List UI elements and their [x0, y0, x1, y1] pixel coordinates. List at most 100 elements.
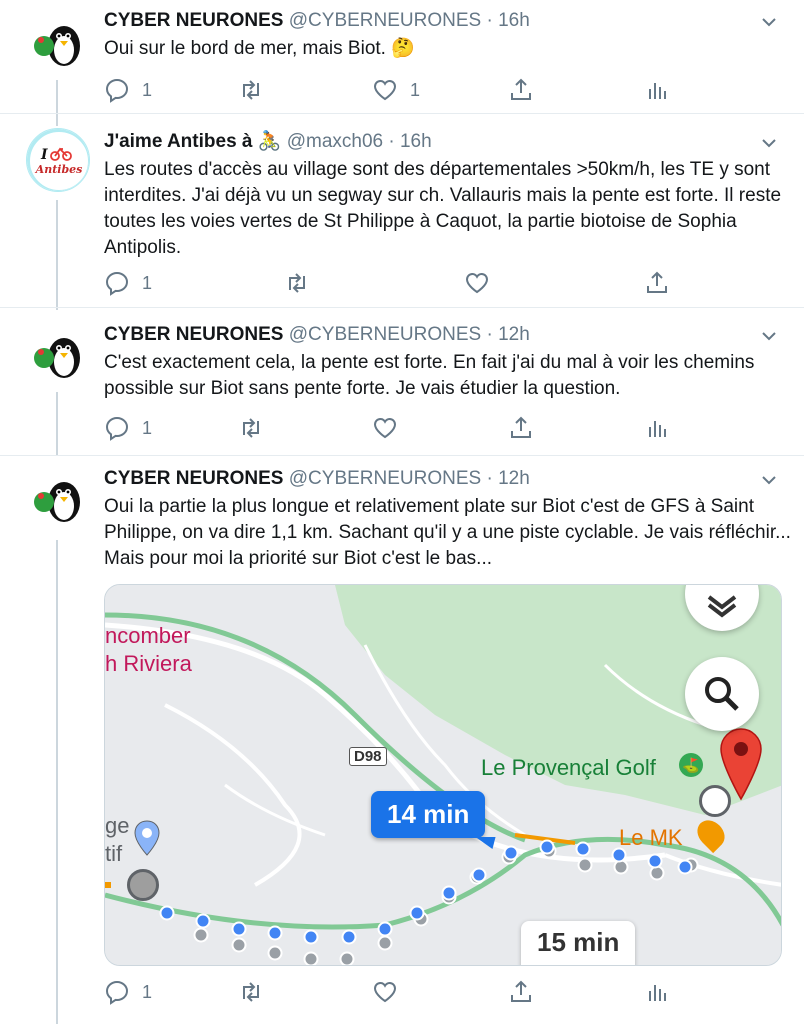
timestamp[interactable]: 16h — [498, 10, 530, 31]
chevron-down-icon[interactable] — [760, 13, 778, 31]
route-dot — [441, 885, 457, 901]
tweet-text: Oui la partie la plus longue et relative… — [104, 496, 791, 569]
reply-button[interactable]: 1 — [104, 269, 152, 297]
reply-count: 1 — [142, 79, 153, 100]
tweet-text: C'est exactement cela, la pente est fort… — [104, 352, 755, 399]
analytics-icon — [649, 421, 666, 437]
reply-count: 1 — [142, 981, 153, 1002]
tweet-actions: 1 — [104, 269, 684, 297]
tweet[interactable]: CYBER NEURONES @CYBERNEURONES · 12h C'es… — [0, 308, 804, 456]
retweet-icon — [243, 418, 259, 438]
reply-button[interactable]: 1 — [104, 76, 152, 104]
avatar[interactable]: I Antibes — [26, 128, 90, 192]
tweet[interactable]: I Antibes J'aime Antibes à 🚴 @maxch06 · … — [0, 114, 804, 308]
map-search-button[interactable] — [685, 657, 759, 731]
route-dot — [195, 913, 211, 929]
reply-icon — [105, 980, 129, 1005]
heart-icon — [373, 981, 397, 1003]
alt-route-dot — [303, 951, 319, 965]
retweet-button[interactable] — [238, 978, 276, 1006]
heart-icon — [373, 417, 397, 439]
chevron-down-icon[interactable] — [760, 327, 778, 345]
author-handle[interactable]: @maxch06 — [287, 131, 383, 152]
like-button[interactable] — [372, 978, 410, 1006]
map-label-mk[interactable]: Le MK — [619, 825, 683, 851]
map-image[interactable]: ncomber h Riviera D98 Le Provençal Golf … — [104, 584, 782, 966]
chevron-down-icon[interactable] — [760, 471, 778, 489]
map-label-combe: ncomber — [105, 623, 191, 648]
road-label-d98: D98 — [349, 747, 387, 766]
layers-icon — [707, 595, 737, 618]
like-count: 1 — [410, 79, 421, 100]
antibes-logo-icon: I Antibes — [27, 129, 89, 191]
tweet[interactable]: CYBER NEURONES @CYBERNEURONES · 16h Oui … — [0, 0, 804, 114]
avatar[interactable] — [26, 10, 90, 74]
alt-route-dot — [577, 857, 593, 873]
retweet-button[interactable] — [284, 269, 322, 297]
alt-route-dot — [377, 935, 393, 951]
layers-button[interactable] — [685, 585, 759, 631]
heart-icon — [465, 272, 489, 294]
reply-icon — [105, 416, 129, 441]
map-label-left2: tif — [105, 841, 123, 866]
share-icon — [511, 416, 531, 438]
alt-route-dot — [231, 937, 247, 953]
analytics-button[interactable] — [644, 978, 670, 1006]
route-start-marker[interactable] — [127, 869, 159, 901]
share-button[interactable] — [508, 76, 534, 104]
share-icon — [511, 980, 531, 1002]
route-time-alt[interactable]: 15 min — [521, 921, 636, 965]
avatar[interactable] — [26, 466, 90, 530]
author-name[interactable]: CYBER NEURONES — [104, 468, 283, 489]
route-dot — [377, 921, 393, 937]
map-label-left1: ge — [105, 813, 130, 838]
author-name[interactable]: J'aime Antibes à 🚴 — [104, 131, 281, 152]
retweet-button[interactable] — [238, 414, 276, 442]
tweet[interactable]: CYBER NEURONES @CYBERNEURONES · 12h Oui … — [0, 456, 804, 1024]
separator-dot: · — [486, 10, 493, 31]
avatar[interactable] — [26, 322, 90, 386]
share-button[interactable] — [644, 269, 670, 297]
map-label-golf[interactable]: Le Provençal Golf — [481, 755, 656, 781]
penguin-avatar-icon — [26, 10, 90, 74]
author-handle[interactable]: @CYBERNEURONES — [289, 324, 481, 345]
search-icon — [705, 677, 739, 711]
route-time-main[interactable]: 14 min — [371, 791, 486, 838]
retweet-icon — [243, 982, 259, 1002]
route-dot — [303, 929, 319, 945]
reply-button[interactable]: 1 — [104, 414, 152, 442]
golf-icon[interactable]: ⛳ — [679, 753, 703, 777]
alt-route-dot — [613, 859, 629, 875]
route-dot — [231, 921, 247, 937]
analytics-button[interactable] — [644, 414, 670, 442]
route-end-marker[interactable] — [699, 785, 731, 817]
like-button[interactable] — [464, 269, 502, 297]
timestamp[interactable]: 16h — [400, 131, 432, 152]
route-dot — [575, 841, 591, 857]
timestamp[interactable]: 12h — [498, 324, 530, 345]
route-layer — [159, 839, 699, 965]
like-button[interactable] — [372, 414, 410, 442]
author-name[interactable]: CYBER NEURONES — [104, 324, 283, 345]
share-icon — [647, 271, 667, 293]
analytics-icon — [649, 83, 666, 99]
author-handle[interactable]: @CYBERNEURONES — [289, 468, 481, 489]
separator-dot: · — [486, 324, 493, 345]
like-button[interactable]: 1 — [372, 76, 420, 104]
author-handle[interactable]: @CYBERNEURONES — [289, 10, 481, 31]
reply-button[interactable]: 1 — [104, 978, 152, 1006]
analytics-button[interactable] — [644, 76, 670, 104]
timestamp[interactable]: 12h — [498, 468, 530, 489]
place-pin-icon[interactable] — [133, 819, 161, 857]
share-button[interactable] — [508, 978, 534, 1006]
retweet-button[interactable] — [238, 76, 276, 104]
heart-icon — [373, 79, 397, 101]
reply-count: 1 — [142, 272, 153, 293]
tweet-actions: 1 — [104, 978, 684, 1006]
reply-icon — [105, 78, 129, 103]
author-name[interactable]: CYBER NEURONES — [104, 10, 283, 31]
route-dot — [341, 929, 357, 945]
chevron-down-icon[interactable] — [760, 134, 778, 152]
share-button[interactable] — [508, 414, 534, 442]
tweet-text: Oui sur le bord de mer, mais Biot. 🤔 — [104, 38, 415, 59]
